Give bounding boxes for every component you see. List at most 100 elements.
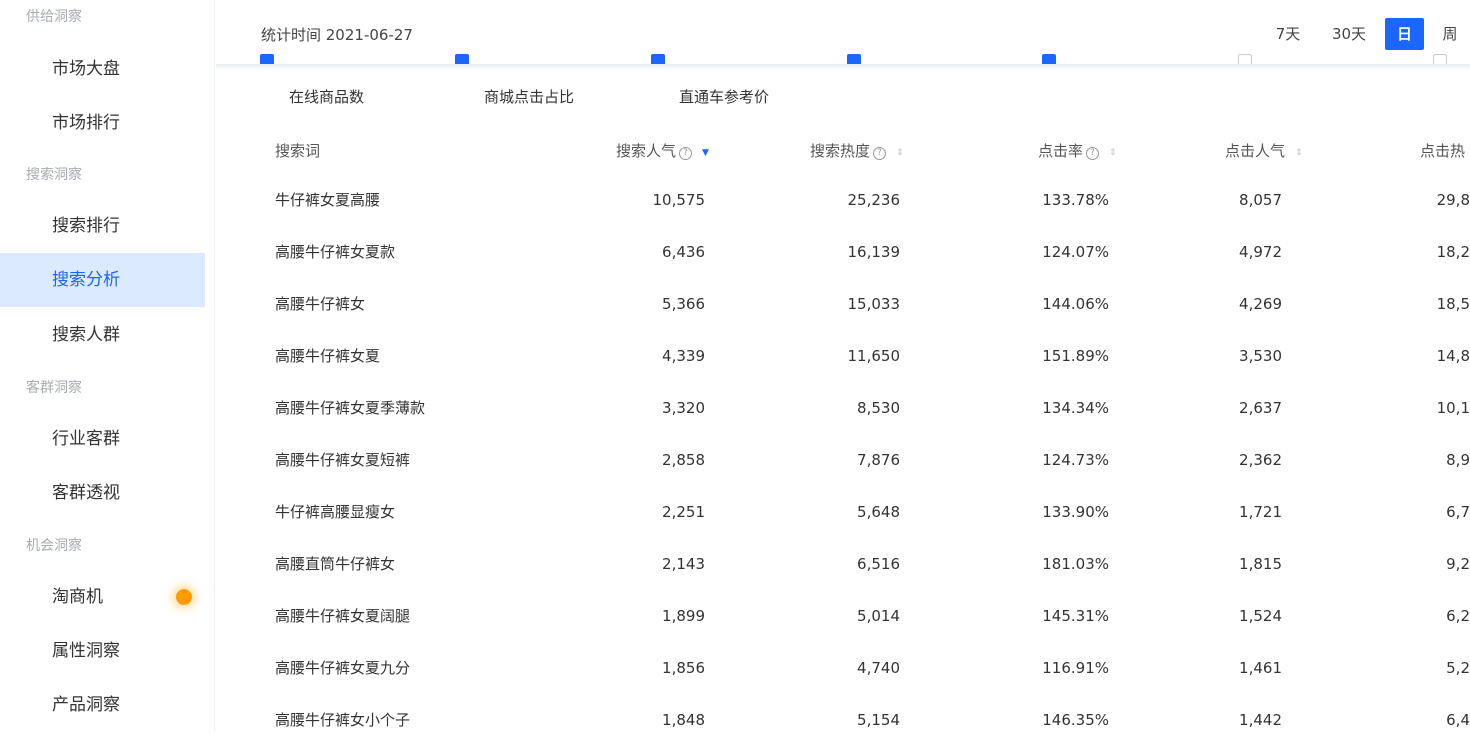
- table-row[interactable]: 高腰牛仔裤女夏款 6,436 16,139 124.07% 4,972 18,2: [216, 226, 1470, 278]
- cell-value: 1,899: [662, 607, 705, 625]
- cell-value: 4,740: [857, 659, 900, 677]
- sidebar-group-opportunity: 机会洞察: [26, 538, 82, 554]
- sidebar-item-industry-customers[interactable]: 行业客群: [0, 412, 205, 466]
- sidebar-item-customer-perspective[interactable]: 客群透视: [0, 466, 205, 520]
- sort-icon[interactable]: ⇕: [1109, 148, 1117, 158]
- cell-value: 25,236: [847, 191, 901, 209]
- cell-keyword[interactable]: 高腰牛仔裤女: [275, 278, 365, 330]
- column-header-click-heat[interactable]: 点击热: [1420, 140, 1465, 161]
- column-label: 点击率: [1038, 142, 1084, 160]
- sidebar-item-tao-opportunity[interactable]: 淘商机: [0, 570, 205, 624]
- column-label: 搜索词: [275, 142, 321, 160]
- period-day[interactable]: 日: [1385, 18, 1424, 50]
- cell-value: 134.34%: [1042, 399, 1109, 417]
- notification-dot-icon: [176, 589, 192, 605]
- sidebar-group-search: 搜索洞察: [26, 167, 82, 183]
- column-header-keyword: 搜索词: [275, 140, 320, 161]
- table-row[interactable]: 高腰牛仔裤女 5,366 15,033 144.06% 4,269 18,5: [216, 278, 1470, 330]
- cell-value: 6,4: [1446, 711, 1470, 729]
- sidebar-item-product-insight[interactable]: 产品洞察: [0, 678, 205, 732]
- cell-keyword[interactable]: 高腰牛仔裤女小个子: [275, 694, 410, 746]
- help-icon[interactable]: ?: [873, 147, 887, 160]
- cell-value: 2,362: [1239, 451, 1282, 469]
- cell-value: 4,972: [1239, 243, 1282, 261]
- cell-value: 124.73%: [1042, 451, 1109, 469]
- sidebar-group-supply: 供给洞察: [26, 9, 82, 25]
- help-icon[interactable]: ?: [1086, 147, 1100, 160]
- indicator-option-mall-click-share[interactable]: 商城点击占比: [484, 86, 574, 107]
- cell-value: 8,530: [857, 399, 900, 417]
- indicator-option-online-goods[interactable]: 在线商品数: [289, 86, 364, 107]
- cell-value: 5,2: [1446, 659, 1470, 677]
- cell-keyword[interactable]: 高腰牛仔裤女夏九分: [275, 642, 410, 694]
- cell-keyword[interactable]: 牛仔裤女夏高腰: [275, 174, 380, 226]
- cell-value: 151.89%: [1042, 347, 1109, 365]
- cell-value: 16,139: [847, 243, 901, 261]
- cell-keyword[interactable]: 牛仔裤高腰显瘦女: [275, 486, 395, 538]
- cell-value: 3,530: [1239, 347, 1282, 365]
- sidebar-item-search-analysis[interactable]: 搜索分析: [0, 253, 205, 307]
- table-row[interactable]: 高腰牛仔裤女夏阔腿 1,899 5,014 145.31% 1,524 6,2: [216, 590, 1470, 642]
- sort-icon[interactable]: ⇕: [896, 148, 904, 158]
- stat-time-label: 统计时间 2021-06-27: [261, 26, 413, 44]
- main-content: 统计时间 2021-06-27 7天 30天 日 周 在线商品数 商城点击占比 …: [216, 0, 1470, 731]
- cell-value: 7,876: [857, 451, 900, 469]
- cell-value: 5,154: [857, 711, 900, 729]
- table-row[interactable]: 高腰牛仔裤女夏短裤 2,858 7,876 124.73% 2,362 8,9: [216, 434, 1470, 486]
- table-row[interactable]: 高腰牛仔裤女夏九分 1,856 4,740 116.91% 1,461 5,2: [216, 642, 1470, 694]
- column-label: 搜索热度: [810, 142, 871, 160]
- table-row[interactable]: 高腰直筒牛仔裤女 2,143 6,516 181.03% 1,815 9,2: [216, 538, 1470, 590]
- period-30-days[interactable]: 30天: [1324, 18, 1374, 50]
- cell-value: 8,9: [1446, 451, 1470, 469]
- cell-keyword[interactable]: 高腰牛仔裤女夏短裤: [275, 434, 410, 486]
- table-row[interactable]: 牛仔裤高腰显瘦女 2,251 5,648 133.90% 1,721 6,7: [216, 486, 1470, 538]
- sort-icon[interactable]: ⇕: [1295, 148, 1303, 158]
- cell-value: 146.35%: [1042, 711, 1109, 729]
- table-row[interactable]: 高腰牛仔裤女小个子 1,848 5,154 146.35% 1,442 6,4: [216, 694, 1470, 746]
- sidebar-item-search-audience[interactable]: 搜索人群: [0, 308, 205, 362]
- column-header-search-popularity[interactable]: 搜索人气? ▼: [616, 140, 709, 161]
- column-header-click-rate[interactable]: 点击率? ⇕: [1038, 140, 1117, 161]
- table-row[interactable]: 高腰牛仔裤女夏季薄款 3,320 8,530 134.34% 2,637 10,1: [216, 382, 1470, 434]
- cell-value: 145.31%: [1042, 607, 1109, 625]
- period-week[interactable]: 周: [1433, 18, 1467, 50]
- cell-keyword[interactable]: 高腰牛仔裤女夏: [275, 330, 380, 382]
- period-7-days[interactable]: 7天: [1268, 18, 1308, 50]
- cell-value: 1,815: [1239, 555, 1282, 573]
- cell-value: 11,650: [847, 347, 901, 365]
- cell-value: 18,2: [1436, 243, 1470, 261]
- sidebar-nav: 供给洞察 市场大盘 市场排行 搜索洞察 搜索排行 搜索分析 搜索人群 客群洞察 …: [0, 0, 215, 731]
- cell-value: 1,848: [662, 711, 705, 729]
- cell-value: 5,014: [857, 607, 900, 625]
- cell-value: 14,8: [1436, 347, 1470, 365]
- cell-value: 1,721: [1239, 503, 1282, 521]
- sidebar-item-market-overview[interactable]: 市场大盘: [0, 42, 205, 96]
- cell-value: 133.78%: [1042, 191, 1109, 209]
- help-icon[interactable]: ?: [679, 147, 693, 160]
- cell-value: 6,2: [1446, 607, 1470, 625]
- cell-value: 15,033: [847, 295, 901, 313]
- sidebar-item-market-ranking[interactable]: 市场排行: [0, 96, 205, 150]
- cell-keyword[interactable]: 高腰直筒牛仔裤女: [275, 538, 395, 590]
- column-header-click-popularity[interactable]: 点击人气 ⇕: [1225, 140, 1303, 161]
- cell-value: 133.90%: [1042, 503, 1109, 521]
- cell-value: 5,366: [662, 295, 705, 313]
- cell-keyword[interactable]: 高腰牛仔裤女夏阔腿: [275, 590, 410, 642]
- table-row[interactable]: 高腰牛仔裤女夏 4,339 11,650 151.89% 3,530 14,8: [216, 330, 1470, 382]
- cell-value: 116.91%: [1042, 659, 1109, 677]
- sidebar-item-search-ranking[interactable]: 搜索排行: [0, 199, 205, 253]
- cell-keyword[interactable]: 高腰牛仔裤女夏季薄款: [275, 382, 425, 434]
- cell-value: 4,269: [1239, 295, 1282, 313]
- cell-value: 1,461: [1239, 659, 1282, 677]
- cell-value: 2,143: [662, 555, 705, 573]
- column-header-search-heat[interactable]: 搜索热度? ⇕: [810, 140, 904, 161]
- cell-keyword[interactable]: 高腰牛仔裤女夏款: [275, 226, 395, 278]
- sort-desc-icon[interactable]: ▼: [702, 148, 709, 158]
- indicator-option-ztc-price[interactable]: 直通车参考价: [679, 86, 769, 107]
- table-row[interactable]: 牛仔裤女夏高腰 10,575 25,236 133.78% 8,057 29,8: [216, 174, 1470, 226]
- sidebar-item-attribute-insight[interactable]: 属性洞察: [0, 624, 205, 678]
- cell-value: 10,575: [652, 191, 706, 209]
- cell-value: 9,2: [1446, 555, 1470, 573]
- cell-value: 124.07%: [1042, 243, 1109, 261]
- cell-value: 1,524: [1239, 607, 1282, 625]
